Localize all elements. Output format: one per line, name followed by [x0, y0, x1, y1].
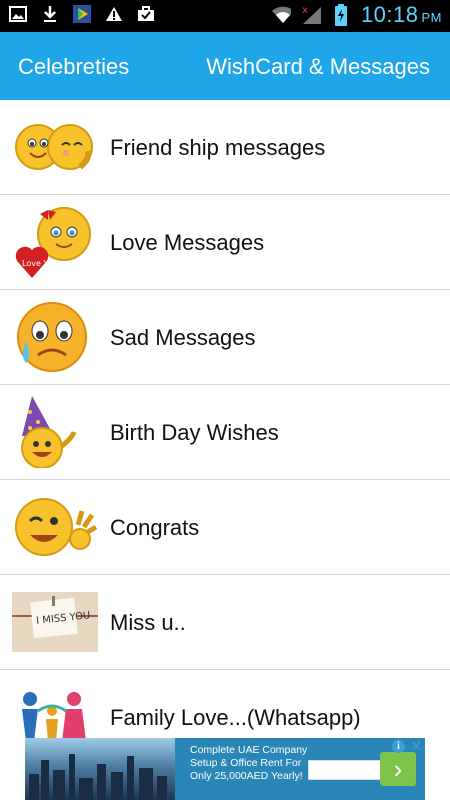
ad-go-button[interactable]: › [380, 752, 416, 786]
friendship-emoji-icon [12, 111, 98, 183]
list-item-label: Friend ship messages [110, 135, 326, 160]
birthday-emoji-icon [12, 396, 98, 469]
list-item-birthday[interactable]: Birth Day Wishes [0, 385, 450, 480]
tab-celebrities[interactable]: Celebreties [18, 54, 129, 80]
battery-icon [331, 4, 351, 26]
ad-banner[interactable]: Complete UAE Company Setup & Office Rent… [25, 738, 425, 800]
download-icon [40, 4, 60, 24]
sad-emoji-icon [12, 301, 98, 373]
warning-icon [104, 4, 124, 24]
play-store-icon [72, 4, 92, 24]
list-item-label: Sad Messages [110, 325, 256, 350]
list-item-label: Birth Day Wishes [110, 420, 279, 445]
list-item-label: Family Love...(Whatsapp) [110, 705, 361, 730]
signal-icon: x [301, 5, 321, 25]
wifi-icon [271, 5, 291, 25]
list-item-label: Congrats [110, 515, 200, 540]
list-item-family[interactable]: Family Love...(Whatsapp) [0, 670, 450, 740]
close-icon[interactable]: ✕ [410, 738, 422, 755]
list-item-label: Miss u.. [110, 610, 186, 635]
tab-wishcard-messages[interactable]: WishCard & Messages [206, 54, 430, 80]
briefcase-icon [136, 4, 156, 24]
svg-text:x: x [302, 5, 308, 16]
notification-icons [8, 4, 156, 24]
list-item-label: Love Messages [110, 230, 265, 255]
miss-you-note-icon: I MISS YOU [12, 586, 98, 658]
svg-text:Love You: Love You [22, 259, 57, 268]
image-icon [8, 4, 28, 24]
list-item-sad[interactable]: Sad Messages [0, 290, 450, 385]
congrats-emoji-icon [12, 491, 98, 563]
system-icons: x 10:18 PM [271, 2, 442, 28]
info-icon[interactable]: i [392, 740, 405, 753]
clock: 10:18 PM [360, 2, 442, 27]
ad-text: Complete UAE Company Setup & Office Rent… [190, 744, 308, 782]
list-item-congrats[interactable]: Congrats [0, 480, 450, 575]
list-item-miss-you[interactable]: I MISS YOU Miss u.. [0, 575, 450, 670]
list-item-friendship[interactable]: Friend ship messages [0, 100, 450, 195]
app-header: Celebreties WishCard & Messages [0, 32, 450, 100]
ad-logo [308, 760, 388, 780]
ad-city-image [25, 738, 175, 800]
list-item-love[interactable]: Love You Love Messages [0, 195, 450, 290]
family-icon [12, 681, 98, 740]
category-list: Friend ship messages Love You Love Messa… [0, 100, 450, 740]
love-emoji-icon: Love You [12, 206, 98, 278]
status-bar: x 10:18 PM [0, 0, 450, 32]
